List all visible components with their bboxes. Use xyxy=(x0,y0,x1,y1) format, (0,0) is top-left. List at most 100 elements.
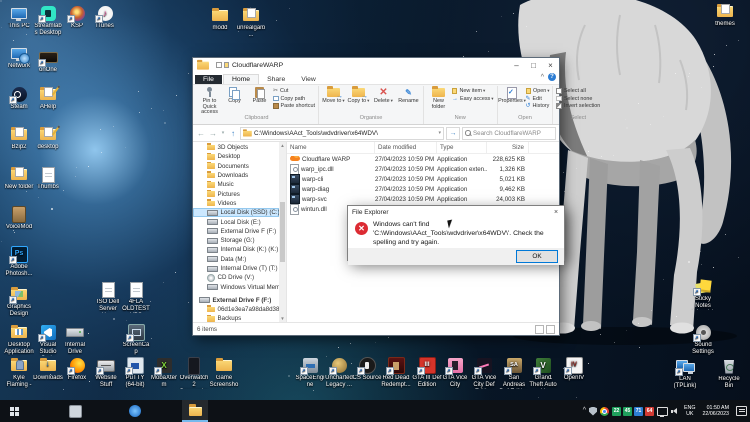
address-dropdown-icon[interactable]: ▾ xyxy=(438,130,441,136)
desktop-icon-itunes[interactable]: ♪↗iTunes xyxy=(90,5,120,30)
nav-item-backups[interactable]: Backups xyxy=(193,314,279,322)
chrome-icon[interactable] xyxy=(600,407,609,416)
language-indicator[interactable]: ENG UK xyxy=(682,405,697,418)
ribbon-button-select-all[interactable]: Select all xyxy=(556,88,600,94)
desktop-icon-red-dead-redempt[interactable]: ↗Red Dead Redempt... xyxy=(381,357,411,389)
desktop-icon-themes[interactable]: themes xyxy=(710,3,740,28)
desktop-icon-cs-source[interactable]: ↗CS Source xyxy=(352,357,382,382)
desktop-icon-sound-settings[interactable]: ↗Sound Settings xyxy=(688,324,718,356)
desktop-icon-network[interactable]: Network xyxy=(4,45,34,70)
file-row-cloudflare-warp[interactable]: Cloudflare WARP27/04/2023 10:59 PMApplic… xyxy=(287,154,559,164)
desktop-icon-uncharted-legacy[interactable]: ↗Uncharted Legacy ... xyxy=(324,357,354,389)
maximize-button[interactable]: □ xyxy=(525,58,542,72)
ribbon-button-delete[interactable]: ✕Delete▾ xyxy=(372,86,395,105)
back-button[interactable]: ← xyxy=(196,128,206,139)
desktop-icon-lan-tplink[interactable]: ↗LAN (TPLink) xyxy=(670,358,700,390)
desktop-icon-adobe-photosh[interactable]: Ps↗Adobe Photosh... xyxy=(4,246,34,278)
view-thumbnails-icon[interactable] xyxy=(546,325,555,334)
nav-item-external-drive-f-f[interactable]: External Drive F (F:) xyxy=(193,296,279,305)
nav-item-data-m[interactable]: Data (M:) xyxy=(193,255,279,264)
column-header-type[interactable]: Type xyxy=(437,142,487,153)
address-input[interactable]: C:\Windows\AAct_Tools\wdvdriver\x64WDV\ … xyxy=(240,127,444,140)
defender-shield-icon[interactable] xyxy=(589,407,597,416)
ribbon-button-select-none[interactable]: Select none xyxy=(556,96,600,102)
tray-badge-71[interactable]: 71 xyxy=(634,407,643,416)
desktop-icon-gta-iii-def-edition[interactable]: III↗GTA III Def Edition xyxy=(412,357,442,389)
ribbon-button-pin-to-quick-access[interactable]: Pin to Quick access xyxy=(198,86,221,116)
desktop-icon-openiv[interactable]: IV↗OpenIV xyxy=(559,357,589,382)
scroll-up-icon[interactable]: ▲ xyxy=(280,143,284,148)
ribbon-button-invert-selection[interactable]: Invert selection xyxy=(556,103,600,109)
tray-chevron-icon[interactable]: ^ xyxy=(583,407,586,414)
ribbon-button-cut[interactable]: ✂Cut xyxy=(273,88,315,94)
nav-item-06d1e3ea7a98da8d38c6652fe[interactable]: 06d1e3ea7a98da8d38c6652fe xyxy=(193,305,279,314)
column-header-name[interactable]: Name xyxy=(287,142,375,153)
quick-access-toolbar[interactable] xyxy=(216,62,229,68)
desktop-icon-voicemod[interactable]: VoiceMod xyxy=(4,206,34,231)
up-button[interactable]: ↑ xyxy=(228,128,238,139)
ribbon-button-copy-to[interactable]: →Copy to▾ xyxy=(347,86,370,105)
desktop-icon-gta-vice-city[interactable]: ↗GTA Vice City xyxy=(440,357,470,389)
desktop-icon-ahelp[interactable]: AHelp xyxy=(33,86,63,111)
ribbon-button-history[interactable]: ↺History xyxy=(526,103,550,109)
desktop-icon-thumbs[interactable]: Thumbs xyxy=(33,166,63,191)
scroll-thumb[interactable] xyxy=(280,202,285,262)
help-icon[interactable]: ? xyxy=(548,73,556,81)
desktop-icon-desktop-applications[interactable]: Desktop Applications xyxy=(4,324,34,356)
tray-badge-22[interactable]: 22 xyxy=(612,407,621,416)
desktop-icon-san-andreas-def-edition[interactable]: SA↗San Andreas Def Edition xyxy=(499,357,529,389)
desktop-icon-website-stuff[interactable]: ↗Website Stuff xyxy=(91,357,121,389)
ribbon-button-copy[interactable]: Copy xyxy=(223,86,246,105)
ok-button[interactable]: OK xyxy=(516,250,558,263)
network-icon[interactable] xyxy=(657,407,668,416)
ribbon-button-easy-access[interactable]: →Easy access▾ xyxy=(452,96,494,102)
forward-button[interactable]: → xyxy=(208,128,218,139)
start-button[interactable] xyxy=(0,400,28,422)
desktop-icon-grand-theft-auto-v[interactable]: V↗Grand Theft Auto V xyxy=(528,357,558,389)
desktop-icon-recycle-bin[interactable]: Recycle Bin xyxy=(714,358,744,390)
desktop-icon-sticky-notes-classic[interactable]: ↗Sticky Notes (classic) xyxy=(688,278,718,310)
ribbon-button-paste[interactable]: Paste xyxy=(248,86,271,105)
file-row-warp-diag[interactable]: warp-diag27/04/2023 10:59 PMApplication9… xyxy=(287,184,559,194)
clock[interactable]: 01:50 AM 22/06/2023 xyxy=(700,405,731,418)
desktop-icon-gta-vice-city-def-edition[interactable]: ↗GTA Vice City Def Edition xyxy=(469,357,499,389)
desktop-icon-unrealgam[interactable]: unrealgam... xyxy=(236,7,266,39)
nav-item-3d-objects[interactable]: 3D Objects xyxy=(193,143,279,152)
desktop-icon-iso-dell-server-ha[interactable]: ISO Dell Server Ha... xyxy=(93,281,123,313)
ribbon-button-rename[interactable]: ✎Rename xyxy=(397,86,420,105)
view-details-icon[interactable] xyxy=(535,325,544,334)
desktop-icon-putty-64-bit[interactable]: ↗PuTTY (64-bit) xyxy=(120,357,150,389)
nav-scrollbar[interactable]: ▲ ▼ xyxy=(279,142,287,322)
tab-view[interactable]: View xyxy=(293,75,324,84)
nav-item-local-disk-ssd-c[interactable]: Local Disk (SSD) (C:) xyxy=(193,208,279,217)
ribbon-button-paste-shortcut[interactable]: Paste shortcut xyxy=(273,103,315,109)
nav-item-videos[interactable]: Videos xyxy=(193,199,279,208)
history-dropdown-icon[interactable]: ▾ xyxy=(220,128,226,139)
nav-item-external-drive-f-f[interactable]: External Drive F (F:) xyxy=(193,227,279,236)
nav-item-local-disk-e[interactable]: Local Disk (E:) xyxy=(193,217,279,226)
ribbon-button-open[interactable]: Open▾ xyxy=(526,88,550,94)
desktop-icon-this-pc[interactable]: This PC xyxy=(4,5,34,30)
desktop-icon-game-screenshots[interactable]: Game Screenshots xyxy=(209,357,239,389)
nav-item-downloads[interactable]: Downloads xyxy=(193,171,279,180)
file-row-warp-cli[interactable]: warp-cli27/04/2023 10:59 PMApplication5,… xyxy=(287,174,559,184)
taskbar-app-window[interactable] xyxy=(62,400,88,422)
desktop-icon-bzip2[interactable]: Bzip2 xyxy=(4,126,34,151)
search-input[interactable]: Search CloudflareWARP xyxy=(462,127,556,140)
dialog-close-button[interactable]: × xyxy=(548,206,564,218)
minimize-button[interactable]: – xyxy=(508,58,525,72)
desktop-icon-desktop[interactable]: desktop xyxy=(33,126,63,151)
nav-item-documents[interactable]: Documents xyxy=(193,162,279,171)
nav-item-pictures[interactable]: Pictures xyxy=(193,189,279,198)
nav-item-music[interactable]: Music xyxy=(193,180,279,189)
taskbar-file-explorer[interactable] xyxy=(182,400,208,422)
nav-item-internal-drive-t-t[interactable]: Internal Drive (T) (T:) xyxy=(193,264,279,273)
file-row-warp-ipc-dll[interactable]: warp_ipc.dll27/04/2023 10:59 PMApplicati… xyxy=(287,164,559,174)
nav-item-storage-g[interactable]: Storage (G:) xyxy=(193,236,279,245)
ribbon-button-new-folder[interactable]: New folder xyxy=(427,86,450,110)
tray-badge-64[interactable]: 64 xyxy=(645,407,654,416)
desktop-icon-new-folder[interactable]: New folder xyxy=(4,166,34,191)
ribbon-button-properties[interactable]: Properties▾ xyxy=(501,86,524,105)
desktop-icon-spaceengine[interactable]: ↗SpaceEngine xyxy=(295,357,325,389)
scroll-down-icon[interactable]: ▼ xyxy=(280,316,284,321)
